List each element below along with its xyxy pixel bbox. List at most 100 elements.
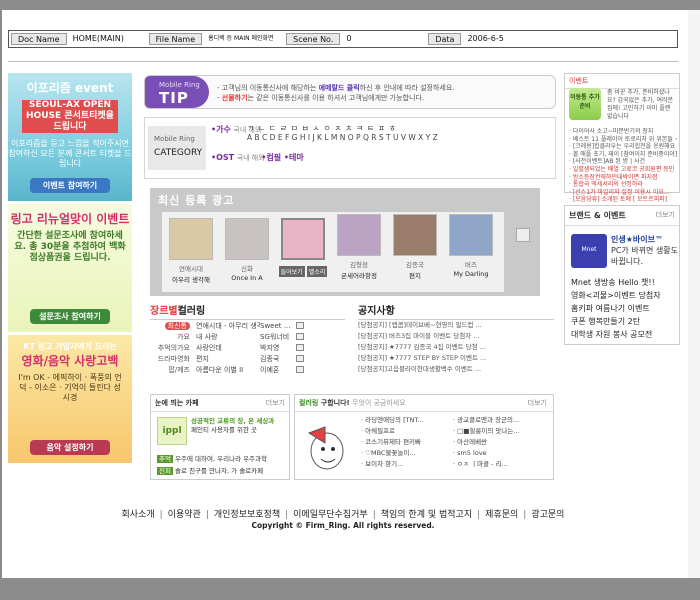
footer-link-email-policy[interactable]: 이메일무단수집거부 — [293, 510, 368, 520]
request-item[interactable]: · 코스기뮤제타 편키빠 — [361, 437, 424, 448]
request-more-link[interactable]: 더보기 — [528, 398, 547, 408]
cafe-link-text[interactable]: 솔로 친구를 만나자, 가 솔로카페 — [175, 467, 263, 475]
brand-item[interactable]: Mnet 생방송 Hello 챗!! — [571, 276, 661, 289]
notice-item[interactable]: [당첨공지] [캡콤]테이브베~현영의 필드컵 ... — [358, 320, 554, 331]
genre-label[interactable]: 팝/제즈 — [150, 365, 190, 375]
genre-tag[interactable]: 최신통 — [164, 321, 190, 330]
chart-song[interactable]: 사랑인데 — [190, 343, 260, 353]
join-event-button[interactable]: 이벤트 참여하기 — [30, 178, 110, 193]
event-item[interactable]: · [크레용]힙클라우는 우리힙전을 응원해요 — [569, 143, 677, 151]
play-icon[interactable] — [296, 355, 304, 362]
cafe-desc-main[interactable]: 성공적인 교류의 장, 온 세상과 — [191, 417, 287, 426]
brand-promo-desc: PC가 바뀌면 생활도 바뀝니다. — [611, 246, 679, 266]
release-item[interactable]: 김형정 굳세어라항정 — [334, 214, 384, 280]
request-item[interactable]: · ㅇㅈ ㅣ마콜 - 리... — [453, 459, 520, 470]
brand-item[interactable]: 쿠폰 행복만들기 2탄 — [571, 315, 661, 328]
play-icon[interactable] — [296, 366, 304, 373]
request-item[interactable]: · 아산레베싼 — [453, 437, 520, 448]
request-item[interactable]: · □■힐룽이의 맛나는... — [453, 426, 520, 437]
brand-promo-title[interactable]: 인생★바이브™ — [611, 235, 663, 244]
kt-music-banner[interactable]: KT 링고 가입자에게 드리는 영화/음악 사랑고백 I'm OK - 에픽하이… — [8, 335, 132, 463]
request-item[interactable]: · sm5 love — [453, 448, 520, 459]
footer-link-partnership[interactable]: 제휴문의 — [485, 510, 518, 520]
request-item[interactable]: · 보이차 향기... — [361, 459, 424, 470]
release-item[interactable]: 신화 Once In A — [222, 218, 272, 282]
english-letter-index[interactable]: A B C D E F G H I J K L M N O P Q R S T … — [247, 133, 438, 142]
event-panel: 이벤트 이동통 추가 준비 좀 바꾼 추가, 준비하셨나요? 감곡없은 추가, … — [564, 73, 680, 203]
event-promo[interactable]: 이동통 추가 준비 좀 바꾼 추가, 준비하셨나요? 감곡없은 추가, 여러분 … — [569, 88, 675, 124]
chart-heading: 장르별컬러링 — [150, 302, 345, 320]
request-item[interactable]: · 라딩엔애딩의 [TNT... — [361, 415, 424, 426]
cafe-link-text[interactable]: 우주에 대하여, 우리나라 우주과학 — [175, 455, 267, 463]
chart-row[interactable]: 가요 내 사랑 SG워너비 — [150, 331, 345, 342]
cafe-logo[interactable]: ippl — [157, 417, 187, 445]
album-thumbnail[interactable] — [337, 214, 381, 256]
album-thumbnail[interactable] — [281, 218, 325, 260]
chart-song[interactable]: 아름다운 이별 II — [190, 365, 260, 375]
genre-coloring-chart: 장르별컬러링 최신통연애시대 - 아무리 생각...Sweet ... 가요내 … — [150, 302, 345, 382]
album-thumbnail[interactable] — [449, 214, 493, 256]
album-thumbnail[interactable] — [225, 218, 269, 260]
notice-item[interactable]: [당첨공지] 버즈3집 마이블 이벤트 당첨자 ... — [358, 331, 554, 342]
release-item[interactable]: 연애시대 이우리 생각해 — [166, 218, 216, 284]
set-music-button[interactable]: 음악 설정하기 — [30, 440, 110, 455]
chart-row[interactable]: 최신통연애시대 - 아무리 생각...Sweet ... — [150, 320, 345, 331]
release-item[interactable]: 버즈 My Darling — [446, 214, 496, 278]
request-item[interactable]: · 아쉐필프로 — [361, 426, 424, 437]
tip-badge-title: TIP — [159, 89, 189, 107]
chart-row[interactable]: 추억의가요 사랑인데 박지영 — [150, 342, 345, 353]
release-item-selected[interactable]: 들어보기 벨소리 — [278, 218, 328, 277]
play-icon[interactable] — [296, 344, 304, 351]
cafe-link[interactable]: 추억 우주에 대하여, 우리나라 우주과학 — [157, 453, 267, 463]
play-icon[interactable] — [296, 333, 304, 340]
event-item[interactable]: · 일렬샘되었는 배열 고료코 공회원편 동민 — [569, 166, 677, 174]
footer-link-company[interactable]: 회사소개 — [122, 510, 155, 520]
genre-label[interactable]: 가요 — [150, 332, 190, 342]
event-item[interactable]: · [사전이벤트]AB 된 방 | 사건 — [569, 158, 677, 166]
request-item[interactable]: · ♡MBC불꽃놀이... — [361, 448, 424, 459]
vertical-scrollbar[interactable] — [688, 10, 700, 578]
survey-event-banner[interactable]: 링고 리뉴얼맞이 이벤트 간단한 설문조사에 참여하세요. 총 30분을 추첨하… — [8, 204, 132, 332]
notice-item[interactable]: [당첨공지]고음블라이현대생활백수 이벤트 ... — [358, 364, 554, 375]
genre-label[interactable]: 추억의가요 — [150, 343, 190, 353]
footer-link-legal[interactable]: 책임의 한계 및 법적고지 — [381, 510, 472, 520]
genre-links[interactable]: •컴필 •테마 — [261, 153, 303, 162]
chart-artist: 이예훈 — [260, 365, 280, 374]
concert-event-banner[interactable]: 이포리즘 event SEOUL-AX OPEN HOUSE 콘서트티켓을 드립… — [8, 73, 132, 201]
genre-label[interactable]: 드라마영화 — [150, 354, 190, 364]
event-item[interactable]: · 다이어사 소고~미분반기의 장지 — [569, 128, 677, 136]
release-item[interactable]: 김종국 편지 — [390, 214, 440, 280]
mnet-logo[interactable]: Mnet — [571, 234, 607, 268]
album-thumbnail[interactable] — [393, 214, 437, 256]
chart-song[interactable]: 내 사랑 — [190, 332, 260, 342]
event-item[interactable]: · 통합국 액세서리의 선정하라 — [569, 181, 677, 189]
ost-row: •OST 국내 해외 •컴필 •테마 — [211, 152, 304, 163]
event-promo-image[interactable]: 이동통 추가 준비 — [569, 88, 601, 120]
footer-link-advertising[interactable]: 광고문의 — [531, 510, 564, 520]
chart-song[interactable]: 편지 — [190, 354, 260, 364]
chart-row[interactable]: 팝/제즈 아름다운 이별 II 이예훈 — [150, 364, 345, 375]
listen-button[interactable]: 들어보기 — [278, 266, 305, 277]
brand-item[interactable]: 홈키파 여름나기 이벤트 — [571, 302, 661, 315]
data-value: 2006-6-5 — [467, 34, 504, 43]
footer-link-terms[interactable]: 이용약관 — [168, 510, 201, 520]
brand-more-link[interactable]: 더보기 — [656, 210, 675, 220]
brand-item[interactable]: 영화<괴물>이벤트 당첨자 — [571, 289, 661, 302]
play-icon[interactable] — [296, 322, 304, 329]
album-thumbnail[interactable] — [169, 218, 213, 260]
cafe-more-link[interactable]: 더보기 — [266, 398, 285, 408]
footer-link-privacy[interactable]: 개인정보보호정책 — [214, 510, 280, 520]
cafe-link[interactable]: 진피 솔로 친구를 만나자, 가 솔로카페 — [157, 465, 263, 475]
chart-row[interactable]: 드라마영화 편지 김종국 — [150, 353, 345, 364]
request-item[interactable]: · 광교클로맨과 장군의... — [453, 415, 520, 426]
notice-item[interactable]: [당첨공지] ★7777 김종국 4집 이벤트 당첨 ... — [358, 342, 554, 353]
event-item[interactable]: · [모음당류] 소개된 토메 [ 모트르피파] — [569, 196, 677, 204]
ringtone-button[interactable]: 벨소리 — [306, 266, 328, 277]
ost-key[interactable]: •OST — [211, 153, 234, 162]
brand-item[interactable]: 대학생 자원 봉사 공모전 — [571, 328, 661, 341]
survey-button[interactable]: 설문조사 참여하기 — [30, 309, 110, 324]
chart-song[interactable]: 연애시대 - 아무리 생각... — [190, 321, 260, 331]
next-arrow-icon[interactable] — [516, 228, 530, 242]
cafe-tag: 진피 — [157, 467, 173, 475]
notice-item[interactable]: [당첨공지] ★7777 STEP BY STEP 이벤트 ... — [358, 353, 554, 364]
